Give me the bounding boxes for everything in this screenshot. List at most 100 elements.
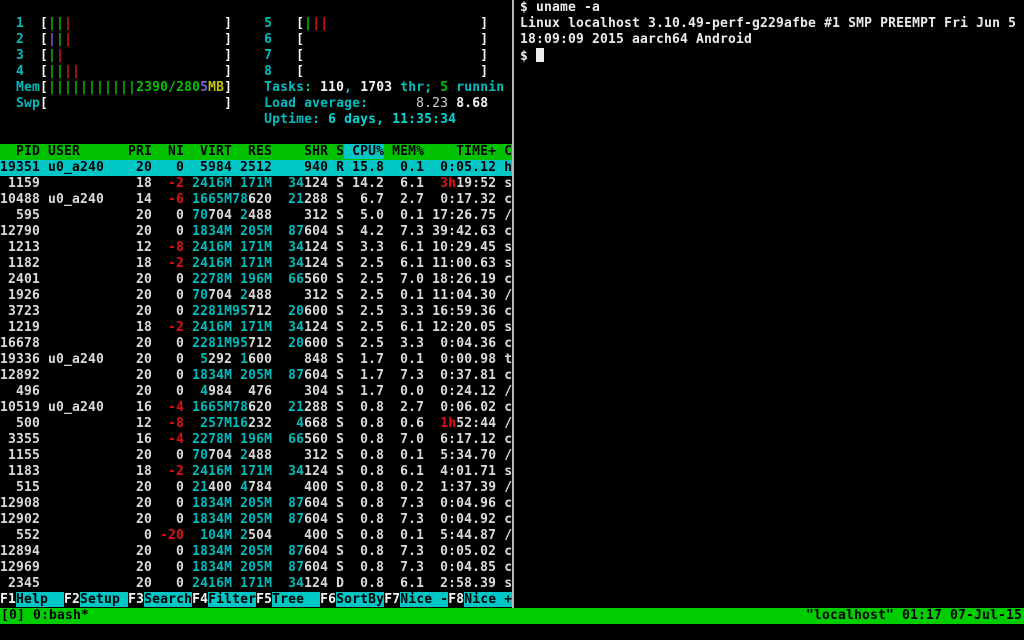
fn-key-f8[interactable]: F8 bbox=[448, 592, 464, 607]
text-segment: 2416M bbox=[184, 464, 232, 479]
text-segment: 595 bbox=[0, 208, 128, 223]
text-segment: 12894 bbox=[0, 544, 128, 559]
process-row-500[interactable]: 500 12 -8 257M16232 4668 S 0.8 0.6 1h52:… bbox=[0, 416, 512, 432]
process-row-2401[interactable]: 2401 20 0 2278M 196M 66560 S 2.5 7.0 18:… bbox=[0, 272, 512, 288]
terminal-cursor[interactable] bbox=[536, 48, 544, 62]
text-segment: 2278M bbox=[184, 272, 232, 287]
process-row-552[interactable]: 552 0 -20 104M 2504 400 S 0.8 0.1 5:44.8… bbox=[0, 528, 512, 544]
text-segment: 488 bbox=[248, 288, 272, 303]
process-row-1926[interactable]: 1926 20 0 70704 2488 312 S 2.5 0.1 11:04… bbox=[0, 288, 512, 304]
text-segment: 11:04.30 bbox=[424, 288, 496, 303]
shell-pane[interactable]: $ uname -a Linux localhost 3.10.49-perf-… bbox=[520, 0, 1024, 608]
htop-pane[interactable]: 1 [||| ] 5 [||| ] 2 [||| ] 6 [ ] 3 [|| ]… bbox=[0, 0, 512, 592]
process-row-595[interactable]: 595 20 0 70704 2488 312 S 5.0 0.1 17:26.… bbox=[0, 208, 512, 224]
text-segment: 70 bbox=[184, 288, 208, 303]
text-segment: c bbox=[496, 304, 512, 319]
tmux-pane-separator[interactable] bbox=[512, 0, 514, 608]
text-segment: MB bbox=[208, 80, 224, 95]
text-segment: S bbox=[328, 368, 344, 383]
text-segment: 0 bbox=[152, 544, 184, 559]
fn-key-f7[interactable]: F7 bbox=[384, 592, 400, 607]
process-row-12908[interactable]: 12908 20 0 1834M 205M 87604 S 0.8 7.3 0:… bbox=[0, 496, 512, 512]
text-segment: [ bbox=[296, 64, 304, 79]
fn-label-f8[interactable]: Nice + bbox=[464, 592, 512, 607]
htop-meter-line-5: Mem[|||||||||||2390/2805MB] Tasks: 110, … bbox=[0, 80, 504, 96]
process-row-1219[interactable]: 1219 18 -2 2416M 171M 34124 S 2.5 6.1 12… bbox=[0, 320, 512, 336]
text-segment: 124 bbox=[304, 320, 328, 335]
fn-label-f1[interactable]: Help bbox=[16, 592, 64, 607]
fn-label-f5[interactable]: Tree bbox=[272, 592, 320, 607]
fn-key-f3[interactable]: F3 bbox=[128, 592, 144, 607]
text-segment: 196M bbox=[232, 272, 272, 287]
process-row-1159[interactable]: 1159 18 -2 2416M 171M 34124 S 14.2 6.1 3… bbox=[0, 176, 512, 192]
text-segment: / bbox=[496, 448, 512, 463]
process-row-3355[interactable]: 3355 16 -4 2278M 196M 66560 S 0.8 7.0 6:… bbox=[0, 432, 512, 448]
process-row-10519[interactable]: 10519 u0_a240 16 -4 1665M78620 21288 S 0… bbox=[0, 400, 512, 416]
text-segment: 288 bbox=[304, 192, 328, 207]
process-row-12790[interactable]: 12790 20 0 1834M 205M 87604 S 4.2 7.3 39… bbox=[0, 224, 512, 240]
text-segment: 600 bbox=[304, 304, 328, 319]
process-row-12892[interactable]: 12892 20 0 1834M 205M 87604 S 1.7 7.3 0:… bbox=[0, 368, 512, 384]
tmux-status-bar: [0] 0:bash* "localhost" 01:17 07-Jul-15 bbox=[0, 608, 1024, 624]
process-row-496[interactable]: 496 20 0 4984 476 304 S 1.7 0.0 0:24.12 … bbox=[0, 384, 512, 400]
text-segment: 0 bbox=[152, 368, 184, 383]
text-segment: 66 bbox=[272, 432, 304, 447]
process-row-19351[interactable]: 19351 u0_a240 20 0 5984 2512 940 R 15.8 … bbox=[0, 160, 512, 176]
process-row-2345[interactable]: 2345 20 0 2416M 171M 34124 D 0.8 6.1 2:5… bbox=[0, 576, 512, 592]
fn-label-f3[interactable]: Search bbox=[144, 592, 192, 607]
text-segment: 20 bbox=[128, 480, 152, 495]
text-segment: 2 bbox=[232, 528, 248, 543]
text-segment: 0:04.85 bbox=[424, 560, 496, 575]
tmux-session-window[interactable]: [0] 0:bash* bbox=[1, 608, 89, 624]
process-row-1155[interactable]: 1155 20 0 70704 2488 312 S 0.8 0.1 5:34.… bbox=[0, 448, 512, 464]
process-row-12902[interactable]: 12902 20 0 1834M 205M 87604 S 0.8 7.3 0:… bbox=[0, 512, 512, 528]
process-row-1182[interactable]: 1182 18 -2 2416M 171M 34124 S 2.5 6.1 11… bbox=[0, 256, 512, 272]
text-segment: 1:37.39 bbox=[424, 480, 496, 495]
text-segment: 1834M bbox=[184, 560, 232, 575]
fn-label-f4[interactable]: Filter bbox=[208, 592, 256, 607]
text-segment: PID USER PRI NI VIRT RES SHR S bbox=[0, 144, 344, 159]
fn-key-f5[interactable]: F5 bbox=[256, 592, 272, 607]
fn-key-f2[interactable]: F2 bbox=[64, 592, 80, 607]
fn-key-f6[interactable]: F6 bbox=[320, 592, 336, 607]
text-segment: 0 bbox=[152, 272, 184, 287]
text-segment: 21 bbox=[272, 400, 304, 415]
process-row-12969[interactable]: 12969 20 0 1834M 205M 87604 S 0.8 7.3 0:… bbox=[0, 560, 512, 576]
text-segment: 1 bbox=[0, 16, 40, 31]
text-segment: S bbox=[328, 256, 344, 271]
process-row-1183[interactable]: 1183 18 -2 2416M 171M 34124 S 0.8 6.1 4:… bbox=[0, 464, 512, 480]
shell-prompt: $ bbox=[520, 49, 536, 64]
text-segment: 14 bbox=[128, 192, 152, 207]
process-row-12894[interactable]: 12894 20 0 1834M 205M 87604 S 0.8 7.3 0:… bbox=[0, 544, 512, 560]
text-segment: 0.8 7.0 bbox=[344, 432, 424, 447]
process-row-515[interactable]: 515 20 0 21400 4784 400 S 0.8 0.2 1:37.3… bbox=[0, 480, 512, 496]
htop-meter-line-6: Swp[ ] Load average: 8.23 8.68 bbox=[0, 96, 488, 112]
text-segment: 78 bbox=[232, 192, 248, 207]
fn-label-f7[interactable]: Nice - bbox=[400, 592, 448, 607]
process-row-1213[interactable]: 1213 12 -8 2416M 171M 34124 S 3.3 6.1 10… bbox=[0, 240, 512, 256]
text-segment: 2 bbox=[232, 208, 248, 223]
text-segment: 34 bbox=[272, 320, 304, 335]
process-row-19336[interactable]: 19336 u0_a240 20 0 5292 1600 848 S 1.7 0… bbox=[0, 352, 512, 368]
text-segment: 4 bbox=[272, 416, 304, 431]
text-segment: ] bbox=[480, 64, 488, 79]
text-segment: 171M bbox=[232, 176, 272, 191]
process-row-16678[interactable]: 16678 20 0 2281M95712 20600 S 2.5 3.3 0:… bbox=[0, 336, 512, 352]
text-segment: c bbox=[496, 496, 512, 511]
fn-key-f4[interactable]: F4 bbox=[192, 592, 208, 607]
process-table-header[interactable]: PID USER PRI NI VIRT RES SHR S CPU% MEM%… bbox=[0, 144, 512, 160]
text-segment: t bbox=[496, 352, 512, 367]
process-row-10488[interactable]: 10488 u0_a240 14 -6 1665M78620 21288 S 6… bbox=[0, 192, 512, 208]
fn-label-f6[interactable]: SortBy bbox=[336, 592, 384, 607]
process-row-3723[interactable]: 3723 20 0 2281M95712 20600 S 2.5 3.3 16:… bbox=[0, 304, 512, 320]
fn-label-f2[interactable]: Setup bbox=[80, 592, 128, 607]
text-segment: s bbox=[496, 320, 512, 335]
text-segment: 704 bbox=[208, 208, 232, 223]
text-segment: 87 bbox=[272, 560, 304, 575]
text-segment: Mem bbox=[0, 80, 40, 95]
text-segment: 87 bbox=[272, 496, 304, 511]
fn-key-f1[interactable]: F1 bbox=[0, 592, 16, 607]
text-segment: 712 bbox=[248, 336, 272, 351]
text-segment: 18 bbox=[128, 320, 152, 335]
text-segment: [ bbox=[40, 96, 48, 111]
